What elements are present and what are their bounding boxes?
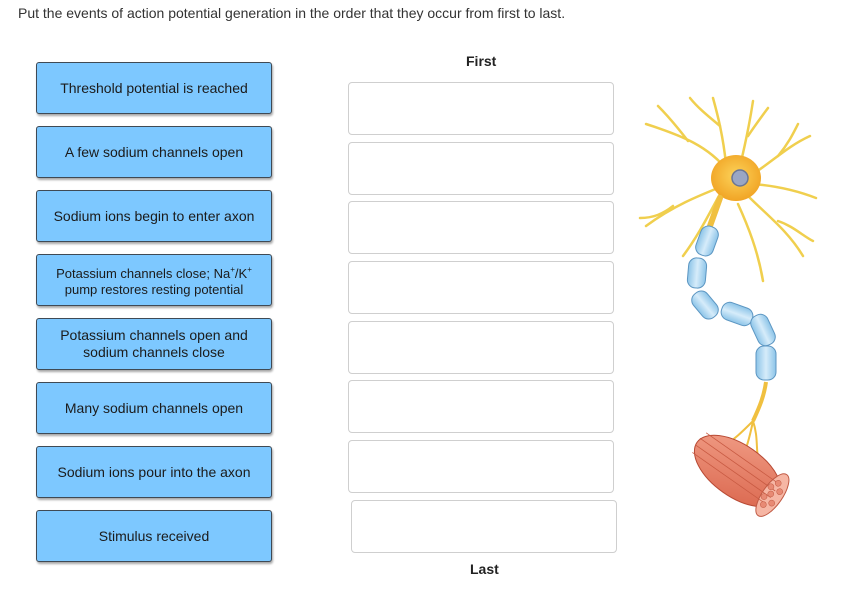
first-label: First: [466, 53, 497, 69]
drop-slot-4[interactable]: [348, 261, 614, 314]
drag-item-label: Many sodium channels open: [64, 399, 244, 416]
drag-item-label: Potassium channels close; Na+/K+ pump re…: [47, 262, 261, 298]
neuron-illustration: [638, 96, 818, 517]
drop-slot-7[interactable]: [348, 440, 614, 493]
drag-item-label: Stimulus received: [98, 527, 210, 544]
drop-slot-1[interactable]: [348, 82, 614, 135]
drag-item-label: Potassium channels open and sodium chann…: [60, 327, 248, 360]
last-label: Last: [470, 561, 499, 577]
drag-item-threshold[interactable]: Threshold potential is reached: [36, 62, 272, 114]
drag-item-label: A few sodium channels open: [64, 143, 244, 160]
drag-item-few-sodium[interactable]: A few sodium channels open: [36, 126, 272, 178]
drag-item-potassium-close[interactable]: Potassium channels close; Na+/K+ pump re…: [36, 254, 272, 306]
drop-slot-5[interactable]: [348, 321, 614, 374]
drop-slot-3[interactable]: [348, 201, 614, 254]
drag-item-potassium-open[interactable]: Potassium channels open and sodium chann…: [36, 318, 272, 370]
label-part: pump restores resting potential: [64, 282, 244, 297]
drop-slot-2[interactable]: [348, 142, 614, 195]
label-part: /K: [234, 266, 248, 281]
drag-item-sodium-begin[interactable]: Sodium ions begin to enter axon: [36, 190, 272, 242]
label-part: Potassium channels close; Na: [56, 266, 231, 281]
drag-item-many-sodium[interactable]: Many sodium channels open: [36, 382, 272, 434]
drag-item-sodium-pour[interactable]: Sodium ions pour into the axon: [36, 446, 272, 498]
superscript: +: [247, 265, 252, 274]
drag-item-stimulus[interactable]: Stimulus received: [36, 510, 272, 562]
question-prompt: Put the events of action potential gener…: [18, 5, 566, 21]
myelin-sheath: [686, 225, 777, 381]
drag-item-label: Sodium ions begin to enter axon: [53, 207, 255, 224]
drop-slot-8[interactable]: [351, 500, 617, 553]
drag-item-label: Sodium ions pour into the axon: [57, 463, 251, 480]
nucleus: [731, 169, 749, 187]
drag-item-label: Threshold potential is reached: [60, 79, 248, 96]
drop-slot-6[interactable]: [348, 380, 614, 433]
